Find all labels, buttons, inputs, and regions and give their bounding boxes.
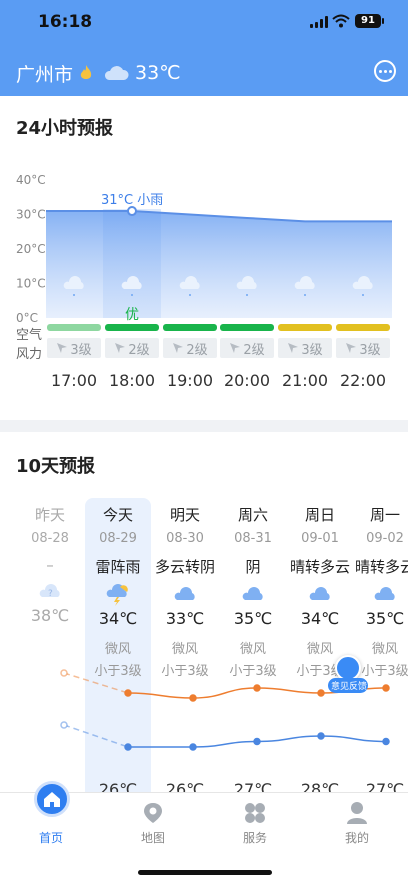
wind-level-text: 2级: [186, 342, 208, 358]
status-bar: 16:18 91: [0, 0, 408, 46]
aqi-bar: [47, 324, 101, 331]
more-icon[interactable]: [374, 60, 396, 82]
wind-direction-icon: [115, 343, 126, 353]
aqi-bar: [163, 324, 217, 331]
temperature-area: [46, 211, 392, 318]
high-temp-line-point: [317, 689, 325, 697]
aqi-bar: [105, 324, 159, 331]
hour-label: 21:00: [281, 371, 329, 390]
grid-icon: [245, 803, 265, 823]
y-tick-label: 0°C: [16, 311, 38, 325]
y-tick-label: 30°C: [16, 208, 46, 222]
low-temp-line-past-segment: [63, 724, 129, 748]
aqi-bar: [336, 324, 390, 331]
rain-drop: [189, 294, 191, 296]
rain-drop: [131, 294, 133, 296]
aqi-label: 优: [125, 307, 139, 323]
header: 16:18 91 广州市 33℃: [0, 0, 408, 96]
high-temp-line-past-segment: [63, 672, 129, 694]
wind-direction-icon: [346, 343, 357, 353]
wind-level-text: 3级: [359, 342, 381, 358]
aqi-bar: [278, 324, 332, 331]
hour-label: 17:00: [50, 371, 98, 390]
signal-icon: [310, 16, 328, 28]
city-row[interactable]: 广州市 33℃: [16, 58, 181, 88]
wind-direction-icon: [230, 343, 241, 353]
wind-direction-icon: [173, 343, 184, 353]
aqi-row-label: 空气: [16, 328, 43, 343]
low-temp-line-point: [60, 721, 68, 729]
hour-label: 22:00: [339, 371, 387, 390]
rain-drop: [246, 294, 248, 296]
current-temp-point: [127, 206, 137, 217]
wind-level-text: 3级: [301, 342, 323, 358]
high-temp-line-point: [60, 669, 68, 677]
high-temp-line-point: [124, 689, 132, 697]
hourly-temperature-chart: 40°C 30°C 20°C 10°C 0°C 31°C 小雨: [16, 173, 392, 325]
hour-label: 20:00: [223, 371, 271, 390]
cloud-icon: [104, 66, 129, 80]
wind-level: 3级: [336, 338, 390, 358]
wind-direction-icon: [288, 343, 299, 353]
wind-level: 3级: [47, 338, 101, 358]
home-indicator: [138, 870, 272, 875]
nav-service-label: 服务: [242, 831, 267, 845]
high-temp-line-point: [189, 694, 197, 702]
low-temp-line-point: [189, 743, 197, 751]
nav-profile-label: 我的: [344, 831, 369, 845]
high-temp-line-point: [253, 684, 261, 692]
feedback-button[interactable]: 意见反馈: [328, 655, 368, 693]
low-temp-line-point: [253, 737, 261, 746]
wind-level-text: 3级: [70, 342, 92, 358]
daily-temperature-chart: [60, 669, 390, 751]
flame-icon: [80, 65, 92, 79]
wind-row-label: 风力: [16, 347, 43, 362]
y-tick-label: 20°C: [16, 242, 46, 256]
highlight-label: 31°C 小雨: [101, 193, 163, 208]
wind-level: 2级: [105, 338, 159, 358]
high-temp-line-point: [382, 684, 390, 692]
wifi-icon: [332, 14, 350, 28]
feedback-label: 意见反馈: [328, 678, 368, 693]
nav-home-label: 首页: [38, 831, 63, 845]
low-temp-line-point: [317, 732, 325, 740]
current-temperature: 33℃: [135, 62, 181, 84]
hourly-forecast-card: 24小时预报 40°C 30°C 20°C 10°C 0°C 31°C 小雨 空气 风力 …: [0, 96, 408, 420]
map-pin-icon: [144, 803, 162, 823]
y-tick-label: 40°C: [16, 173, 46, 187]
nav-map-label: 地图: [140, 831, 165, 845]
daily-forecast-card: 10天预报 昨天 08-28–? 38℃ 今天 08-29 雷阵雨 34℃ 微风 小于3级 26℃…: [0, 432, 408, 792]
status-time: 16:18: [38, 12, 93, 32]
low-temp-line-point: [382, 737, 390, 746]
wind-level: 2级: [163, 338, 217, 358]
rain-drop: [362, 294, 364, 296]
battery-icon: 91: [355, 14, 384, 28]
wind-level-text: 2级: [243, 342, 265, 358]
city-name[interactable]: 广州市: [16, 60, 73, 87]
home-icon: [34, 781, 70, 817]
hour-label: 18:00: [108, 371, 156, 390]
hour-label: 19:00: [166, 371, 214, 390]
rain-drop: [304, 294, 306, 296]
rain-drop: [73, 294, 75, 296]
wind-level: 3级: [278, 338, 332, 358]
wind-level-text: 2级: [128, 342, 150, 358]
user-icon: [347, 802, 367, 824]
wind-direction-icon: [57, 343, 68, 353]
aqi-bar: [220, 324, 274, 331]
low-temp-line-point: [124, 743, 132, 751]
wind-level: 2级: [220, 338, 274, 358]
y-tick-label: 10°C: [16, 277, 46, 291]
